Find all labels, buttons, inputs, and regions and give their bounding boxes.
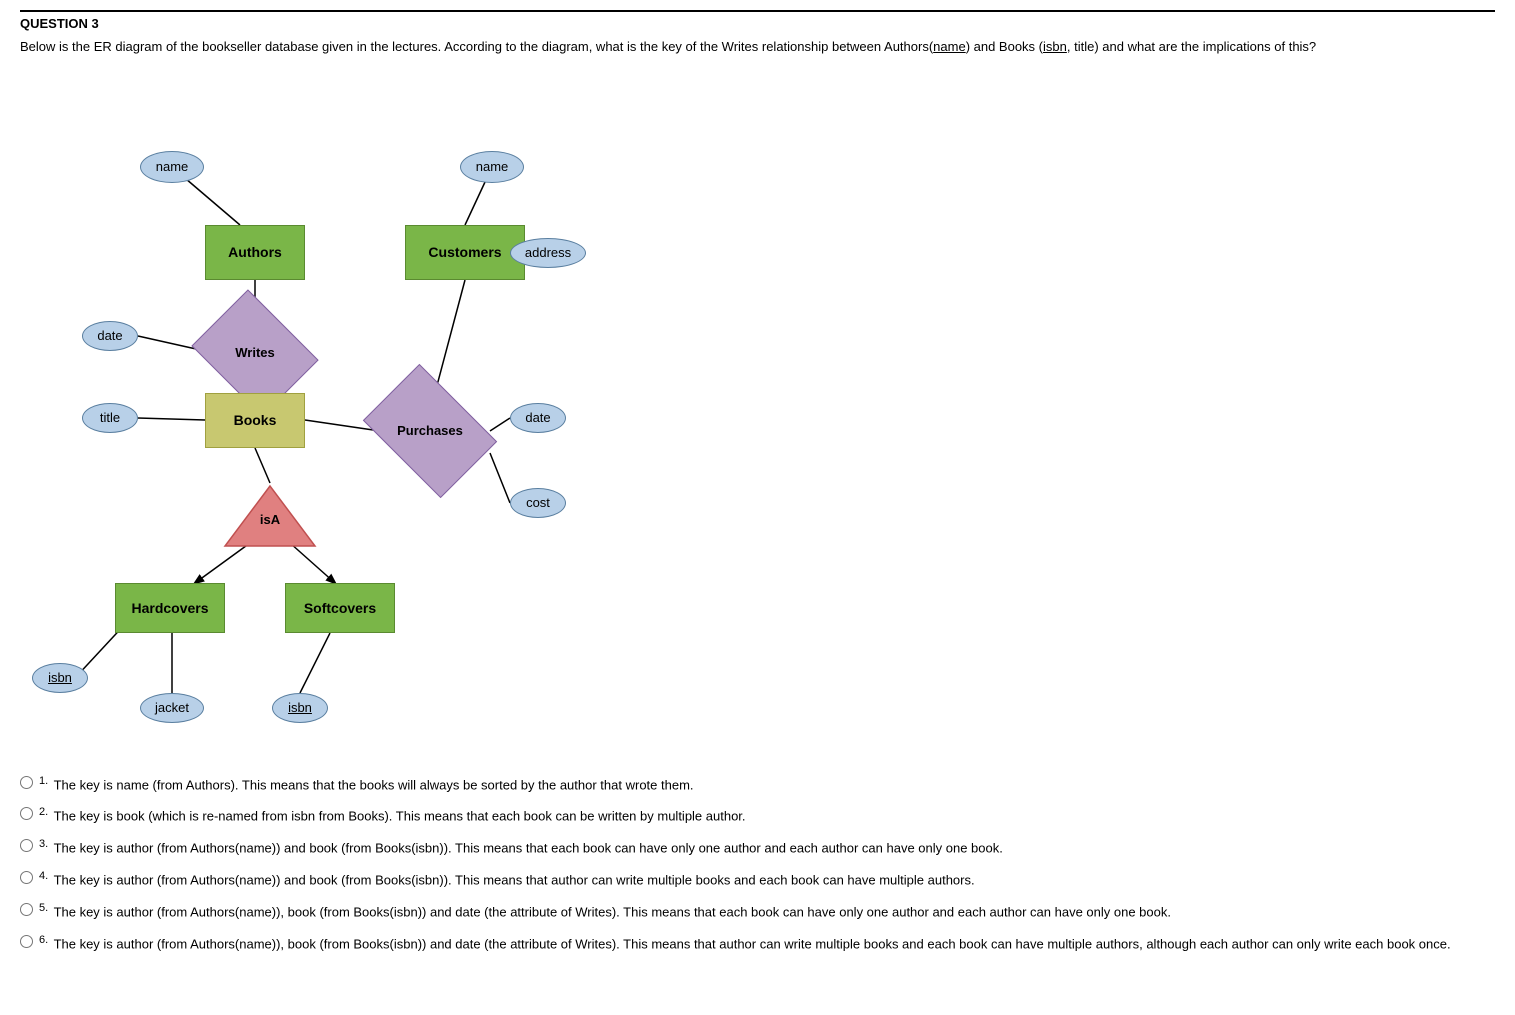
radio-6[interactable]	[20, 935, 33, 948]
radio-4[interactable]	[20, 871, 33, 884]
radio-2[interactable]	[20, 807, 33, 820]
jacket-attribute: jacket	[140, 693, 204, 723]
radio-5[interactable]	[20, 903, 33, 916]
customers-entity: Customers	[405, 225, 525, 280]
purchases-relationship: Purchases	[375, 391, 485, 471]
option-5[interactable]: 5. The key is author (from Authors(name)…	[20, 900, 1495, 922]
option-4[interactable]: 4. The key is author (from Authors(name)…	[20, 868, 1495, 890]
radio-3[interactable]	[20, 839, 33, 852]
isa-triangle: isA	[220, 481, 320, 551]
hardcovers-entity: Hardcovers	[115, 583, 225, 633]
question-header: QUESTION 3	[20, 10, 1495, 31]
isbn2-attribute: isbn	[272, 693, 328, 723]
writes-relationship: Writes	[205, 313, 305, 393]
option-2[interactable]: 2. The key is book (which is re-named fr…	[20, 804, 1495, 826]
authors-entity: Authors	[205, 225, 305, 280]
er-diagram: name Authors Writes date title Books isA…	[20, 73, 640, 753]
softcovers-entity: Softcovers	[285, 583, 395, 633]
option-3[interactable]: 3. The key is author (from Authors(name)…	[20, 836, 1495, 858]
radio-1[interactable]	[20, 776, 33, 789]
name1-attribute: name	[140, 151, 204, 183]
books-entity: Books	[205, 393, 305, 448]
answer-options: 1. The key is name (from Authors). This …	[20, 773, 1495, 954]
name2-attribute: name	[460, 151, 524, 183]
title-attribute: title	[82, 403, 138, 433]
date1-attribute: date	[82, 321, 138, 351]
option-1[interactable]: 1. The key is name (from Authors). This …	[20, 773, 1495, 795]
option-6[interactable]: 6. The key is author (from Authors(name)…	[20, 932, 1495, 954]
cost-attribute: cost	[510, 488, 566, 518]
date2-attribute: date	[510, 403, 566, 433]
question-text: Below is the ER diagram of the bookselle…	[20, 37, 1495, 57]
isbn1-attribute: isbn	[32, 663, 88, 693]
address-attribute: address	[510, 238, 586, 268]
